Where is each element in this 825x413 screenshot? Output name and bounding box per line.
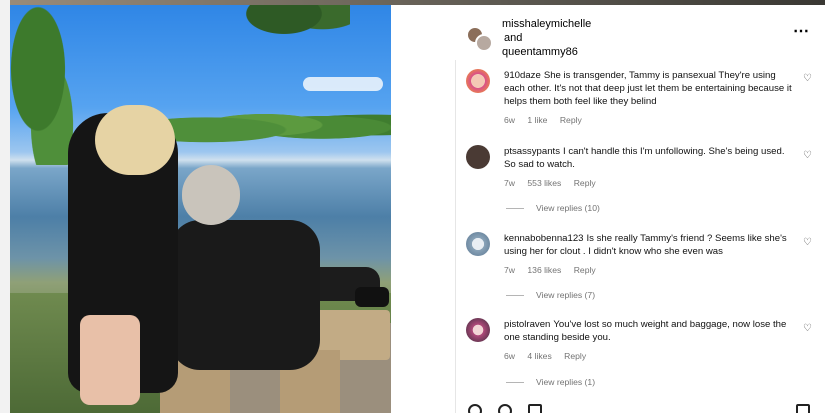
replies-line: [506, 295, 524, 297]
comment-text: pistolraven You've lost so much weight an…: [504, 318, 794, 344]
comment-text: kennabobenna123 Is she really Tammy's fri…: [504, 232, 794, 258]
comment-likes[interactable]: 136 likes: [527, 265, 561, 275]
comment-age: 6w: [504, 351, 515, 361]
comment-body: She is transgender, Tammy is pansexual T…: [504, 70, 792, 107]
reply-button[interactable]: Reply: [574, 178, 596, 188]
avatar[interactable]: [475, 34, 493, 52]
comment-meta: 7w 553 likes Reply: [504, 178, 606, 188]
comment-likes[interactable]: 1 like: [527, 115, 547, 125]
avatar[interactable]: [466, 232, 490, 256]
reply-button[interactable]: Reply: [560, 115, 582, 125]
reply-button[interactable]: Reply: [564, 351, 586, 361]
like-icon[interactable]: [468, 404, 482, 413]
author-username-2[interactable]: queentammy86: [502, 45, 591, 59]
comment-age: 7w: [504, 178, 515, 188]
comment-meta: 6w 1 like Reply: [504, 115, 592, 125]
author-conjunction: and: [504, 32, 523, 44]
comment-icon[interactable]: [498, 404, 512, 413]
comment-text: 910daze She is transgender, Tammy is pans…: [504, 69, 794, 108]
replies-line: [506, 382, 524, 384]
more-horizontal-icon[interactable]: ⋯: [793, 24, 810, 40]
reply-button[interactable]: Reply: [574, 265, 596, 275]
share-icon[interactable]: [528, 404, 542, 413]
view-replies-button[interactable]: View replies (1): [506, 377, 595, 387]
avatar[interactable]: [466, 69, 490, 93]
comments-panel: [391, 5, 825, 413]
heart-icon[interactable]: ♡: [803, 150, 812, 161]
comment-likes[interactable]: 4 likes: [527, 351, 551, 361]
comment-username[interactable]: 910daze: [504, 70, 541, 81]
avatar[interactable]: [466, 318, 490, 342]
comment-age: 6w: [504, 115, 515, 125]
comment-meta: 7w 136 likes Reply: [504, 265, 606, 275]
author-username-1[interactable]: misshaleymichelle: [502, 17, 591, 31]
heart-icon[interactable]: ♡: [803, 323, 812, 334]
post-header: misshaleymichelle and queentammy86: [502, 17, 591, 59]
avatar[interactable]: [466, 145, 490, 169]
comment-username[interactable]: pistolraven: [504, 319, 550, 330]
comment-meta: 6w 4 likes Reply: [504, 351, 596, 361]
replies-line: [506, 208, 524, 210]
view-replies-button[interactable]: View replies (10): [506, 203, 600, 213]
save-icon[interactable]: [796, 404, 810, 413]
comment-age: 7w: [504, 265, 515, 275]
comment-likes[interactable]: 553 likes: [527, 178, 561, 188]
post-authors-avatars[interactable]: [466, 26, 494, 52]
divider: [455, 60, 456, 413]
comment-username[interactable]: ptsassypants: [504, 146, 560, 157]
comment-username[interactable]: kennabobenna123: [504, 233, 584, 244]
left-gutter: [0, 0, 10, 413]
post-actions-bar: [466, 404, 816, 413]
heart-icon[interactable]: ♡: [803, 237, 812, 248]
view-replies-button[interactable]: View replies (7): [506, 290, 595, 300]
comment-text: ptsassypants I can't handle this I'm unfo…: [504, 145, 794, 171]
heart-icon[interactable]: ♡: [803, 73, 812, 84]
post-photo: [10, 5, 391, 413]
